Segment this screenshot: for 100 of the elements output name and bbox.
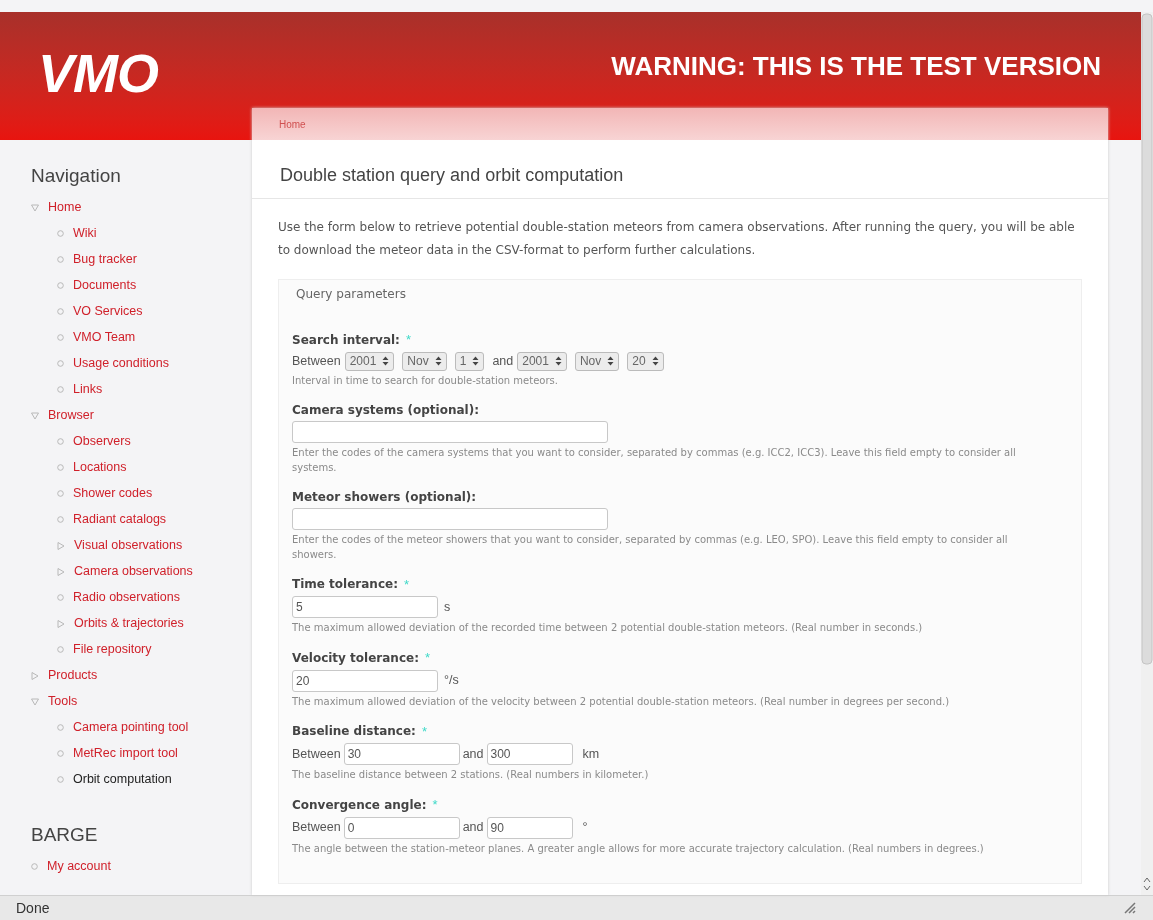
page-title: Double station query and orbit computation xyxy=(280,164,625,187)
required-asterisk: * xyxy=(403,575,410,594)
up-down-arrows-icon xyxy=(434,356,442,366)
nav-link[interactable]: My account xyxy=(47,856,111,876)
nav-link[interactable]: Usage conditions xyxy=(73,354,169,373)
required-asterisk: * xyxy=(432,796,438,814)
between-label: Between xyxy=(292,745,341,763)
breadcrumb-link[interactable]: Home xyxy=(279,116,306,132)
nav-link[interactable]: Bug tracker xyxy=(73,250,137,269)
select-field[interactable]: 20 xyxy=(627,351,664,371)
nav-link[interactable]: Orbits & trajectories xyxy=(74,614,184,633)
circle-bullet-icon xyxy=(57,438,64,445)
circle-bullet-icon xyxy=(31,862,38,870)
nav-link[interactable]: File repository xyxy=(73,640,152,659)
field-label: Meteor showers (optional): xyxy=(292,488,477,506)
circle-bullet-icon xyxy=(57,776,64,783)
between-label: Between xyxy=(292,352,341,370)
collapsed-triangle-icon xyxy=(57,541,65,550)
input-field[interactable] xyxy=(292,507,608,530)
collapsed-triangle-icon xyxy=(57,619,65,628)
circle-bullet-icon xyxy=(57,360,64,367)
nav-link[interactable]: Radiant catalogs xyxy=(73,510,167,529)
up-down-arrows-icon xyxy=(607,356,615,366)
unit-label: ° xyxy=(582,819,588,837)
nav-link[interactable]: VMO Team xyxy=(73,328,136,347)
warning-title: WARNING: THIS IS THE TEST VERSION xyxy=(611,50,1102,83)
expanded-triangle-icon xyxy=(31,411,39,420)
input-field[interactable]: 20 xyxy=(292,669,438,692)
circle-bullet-icon xyxy=(57,646,64,653)
up-down-arrows-icon xyxy=(651,356,659,366)
field-label: Search interval: xyxy=(292,331,400,349)
nav-link[interactable]: Locations xyxy=(73,458,127,477)
circle-bullet-icon xyxy=(57,594,64,601)
expanded-triangle-icon xyxy=(31,697,39,706)
nav-link[interactable]: Camera pointing tool xyxy=(73,718,189,737)
input-field[interactable]: 300 xyxy=(486,743,573,765)
nav-link[interactable]: MetRec import tool xyxy=(73,744,178,763)
nav-link[interactable]: Tools xyxy=(48,692,78,711)
nav-link[interactable]: Documents xyxy=(73,276,137,295)
sidebar-heading: BARGE xyxy=(31,822,99,847)
nav-link[interactable]: Observers xyxy=(73,432,131,451)
input-field[interactable] xyxy=(292,420,608,443)
nav-link[interactable]: Browser xyxy=(48,406,94,425)
resize-grip-icon xyxy=(1123,901,1137,915)
help-text: Interval in time to search for double-station meteors. xyxy=(292,373,559,388)
unit-label: km xyxy=(582,745,600,763)
select-field[interactable]: Nov xyxy=(574,351,620,371)
circle-bullet-icon xyxy=(57,256,64,263)
intro-paragraph: Use the form below to retrieve potential double-station meteors from camera observations. After running the query, you will be able to download the meteor data in the CSV-format to perform further calculations. xyxy=(278,219,1076,259)
and-label: and xyxy=(462,745,484,763)
between-label: Between xyxy=(292,819,341,837)
select-field[interactable]: Nov xyxy=(402,351,447,371)
nav-link[interactable]: Products xyxy=(48,666,98,685)
nav-link[interactable]: Wiki xyxy=(73,224,97,243)
nav-link[interactable]: Orbit computation xyxy=(73,770,172,789)
circle-bullet-icon xyxy=(57,516,64,523)
field-label: Baseline distance: xyxy=(292,723,416,741)
up-down-arrows-icon xyxy=(472,356,480,366)
nav-link[interactable]: Radio observations xyxy=(73,588,180,607)
circle-bullet-icon xyxy=(57,750,64,757)
nav-link[interactable]: Links xyxy=(73,380,103,399)
field-label: Velocity tolerance: xyxy=(292,649,419,667)
required-asterisk: * xyxy=(405,331,411,349)
scrollbar[interactable] xyxy=(1141,12,1153,895)
circle-bullet-icon xyxy=(57,282,64,289)
help-text: The baseline distance between 2 stations. (Real numbers in kilometer.) xyxy=(292,768,650,782)
required-asterisk: * xyxy=(421,722,427,741)
select-field[interactable]: 2001 xyxy=(344,351,395,371)
nav-link[interactable]: Shower codes xyxy=(73,484,153,503)
field-label: Time tolerance: xyxy=(292,576,398,594)
nav-link[interactable]: Camera observations xyxy=(74,562,193,581)
unit-label: s xyxy=(444,598,451,616)
and-label: and xyxy=(492,352,514,370)
input-field[interactable]: 0 xyxy=(343,816,460,839)
field-label: Camera systems (optional): xyxy=(292,401,479,419)
nav-link[interactable]: VO Services xyxy=(73,302,143,321)
nav-link[interactable]: Home xyxy=(48,198,82,217)
help-text: Enter the codes of the meteor showers that you want to consider, separated by commas (e.g. LEO, SPO). Leave this field empty to consider all showers. xyxy=(292,532,1009,562)
up-down-arrows-icon xyxy=(382,356,390,366)
help-text: The maximum allowed deviation of the recorded time between 2 potential double-station meteors. (Real number in seconds.) xyxy=(292,621,924,635)
help-text: The angle between the station-meteor planes. A greater angle allows for more accurate trajectory calculation. (Real numbers in degrees.) xyxy=(292,841,985,856)
expanded-triangle-icon xyxy=(31,203,39,212)
nav-link[interactable]: Visual observations xyxy=(74,536,183,555)
input-field[interactable]: 90 xyxy=(486,816,573,839)
status-text: Done xyxy=(16,898,50,918)
unit-label: °/s xyxy=(444,672,459,690)
input-field[interactable]: 30 xyxy=(343,743,460,765)
input-field[interactable]: 5 xyxy=(292,596,438,618)
collapsed-triangle-icon xyxy=(57,567,65,576)
circle-bullet-icon xyxy=(57,230,64,237)
circle-bullet-icon xyxy=(57,490,64,497)
circle-bullet-icon xyxy=(57,724,64,731)
select-field[interactable]: 1 xyxy=(454,351,485,371)
and-label: and xyxy=(462,819,484,837)
required-asterisk: * xyxy=(424,649,430,667)
select-field[interactable]: 2001 xyxy=(517,351,567,371)
circle-bullet-icon xyxy=(57,464,64,471)
help-text: Enter the codes of the camera systems that you want to consider, separated by commas (e.g. ICC2, ICC3). Leave this field empty to consider all systems. xyxy=(292,445,1017,475)
help-text: The maximum allowed deviation of the velocity between 2 potential double-station meteors. (Real number in degrees per second.) xyxy=(292,694,951,709)
site-logo: VMO xyxy=(38,46,158,100)
